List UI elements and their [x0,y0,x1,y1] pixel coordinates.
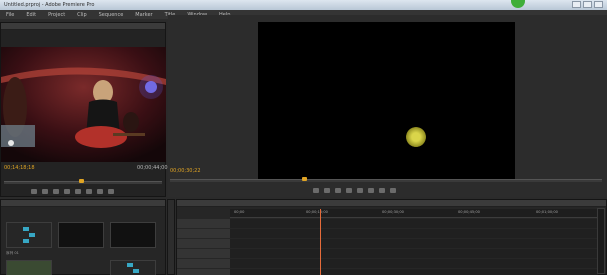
track-header[interactable] [177,239,230,248]
project-item-label: 序列 01 [6,251,19,255]
timeline-ruler[interactable]: 00;00 00;00;15;00 00;00;30;00 00;00;45;0… [230,209,598,218]
window-title: Untitled.prproj - Adobe Premiere Pro [4,2,95,8]
timeline-track [177,269,598,275]
ruler-label: 00;00;45;00 [458,210,480,214]
project-item-thumb-2[interactable] [58,222,104,248]
sequence-icon-2 [127,263,139,273]
track-lane[interactable] [230,229,598,238]
track-lane[interactable] [230,219,598,228]
track-lane[interactable] [230,269,598,275]
track-header[interactable] [177,269,230,275]
close-button[interactable] [594,1,603,8]
program-transport-controls [313,188,396,193]
timeline-track [177,219,598,228]
timeline-track [177,249,598,258]
green-cursor-indicator [511,0,525,8]
track-header[interactable] [177,259,230,268]
ruler-label: 00;00;15;00 [306,210,328,214]
menu-project[interactable]: Project [48,12,65,18]
program-mark-out-button[interactable] [324,188,330,193]
program-timecode-current: 00;00;30;22 [170,168,201,174]
project-item-thumb-3[interactable] [110,222,156,248]
export-frame-button[interactable] [108,189,114,194]
program-scrub-bar[interactable] [170,179,602,182]
timeline-track [177,259,598,268]
mark-out-button[interactable] [42,189,48,194]
menu-marker[interactable]: Marker [135,12,152,18]
track-header[interactable] [177,219,230,228]
mouse-cursor-highlight [406,127,426,147]
program-playhead[interactable] [302,177,307,181]
program-step-forward-button[interactable] [357,188,363,193]
mark-in-button[interactable] [31,189,37,194]
menu-clip[interactable]: Clip [77,12,86,18]
source-transport-controls [31,189,114,194]
lift-button[interactable] [368,188,374,193]
track-header[interactable] [177,249,230,258]
overwrite-button[interactable] [97,189,103,194]
track-lane[interactable] [230,239,598,248]
timeline-tabs [177,200,606,207]
ruler-label: 00;00;30;00 [382,210,404,214]
program-step-back-button[interactable] [335,188,341,193]
program-monitor-panel: 00;00;30;22 [168,15,607,197]
source-timecode-current: 00;14;18;18 [4,165,35,171]
minimize-button[interactable] [572,1,581,8]
maximize-button[interactable] [583,1,592,8]
concert-video-image [1,47,166,162]
step-forward-button[interactable] [75,189,81,194]
timeline-playhead[interactable] [320,209,321,275]
tools-panel [167,199,175,275]
source-monitor-panel: 00;14;18;18 00;00;44;00 [0,22,168,197]
program-video-screen [258,22,515,181]
track-lane[interactable] [230,249,598,258]
track-header[interactable] [177,229,230,238]
menu-sequence[interactable]: Sequence [99,12,124,18]
menu-edit[interactable]: Edit [26,12,36,18]
track-lane[interactable] [230,259,598,268]
project-item-thumb-5[interactable] [110,260,156,275]
ruler-label: 00;00 [234,210,245,214]
sequence-icon [23,227,35,243]
project-tabs [1,200,165,207]
ruler-label: 00;01;00;00 [536,210,558,214]
insert-button[interactable] [86,189,92,194]
window-controls [572,1,603,8]
title-bar: Untitled.prproj - Adobe Premiere Pro [0,0,607,10]
step-back-button[interactable] [53,189,59,194]
project-item-thumb-4[interactable] [6,260,52,275]
program-export-frame-button[interactable] [390,188,396,193]
source-video-frame [1,47,166,162]
timeline-track [177,239,598,248]
timeline-vertical-scrollbar[interactable] [597,208,605,274]
source-timecode-duration: 00;00;44;00 [137,165,168,171]
extract-button[interactable] [379,188,385,193]
timeline-track [177,229,598,238]
program-mark-in-button[interactable] [313,188,319,193]
timeline-panel: 00;00 00;00;15;00 00;00;30;00 00;00;45;0… [176,199,607,275]
menu-file[interactable]: File [6,12,14,18]
program-play-button[interactable] [346,188,352,193]
project-item-thumb[interactable] [6,222,52,248]
source-monitor-tabs [1,23,165,30]
project-panel: 序列 01 [0,199,166,275]
source-playhead[interactable] [79,179,84,183]
play-button[interactable] [64,189,70,194]
